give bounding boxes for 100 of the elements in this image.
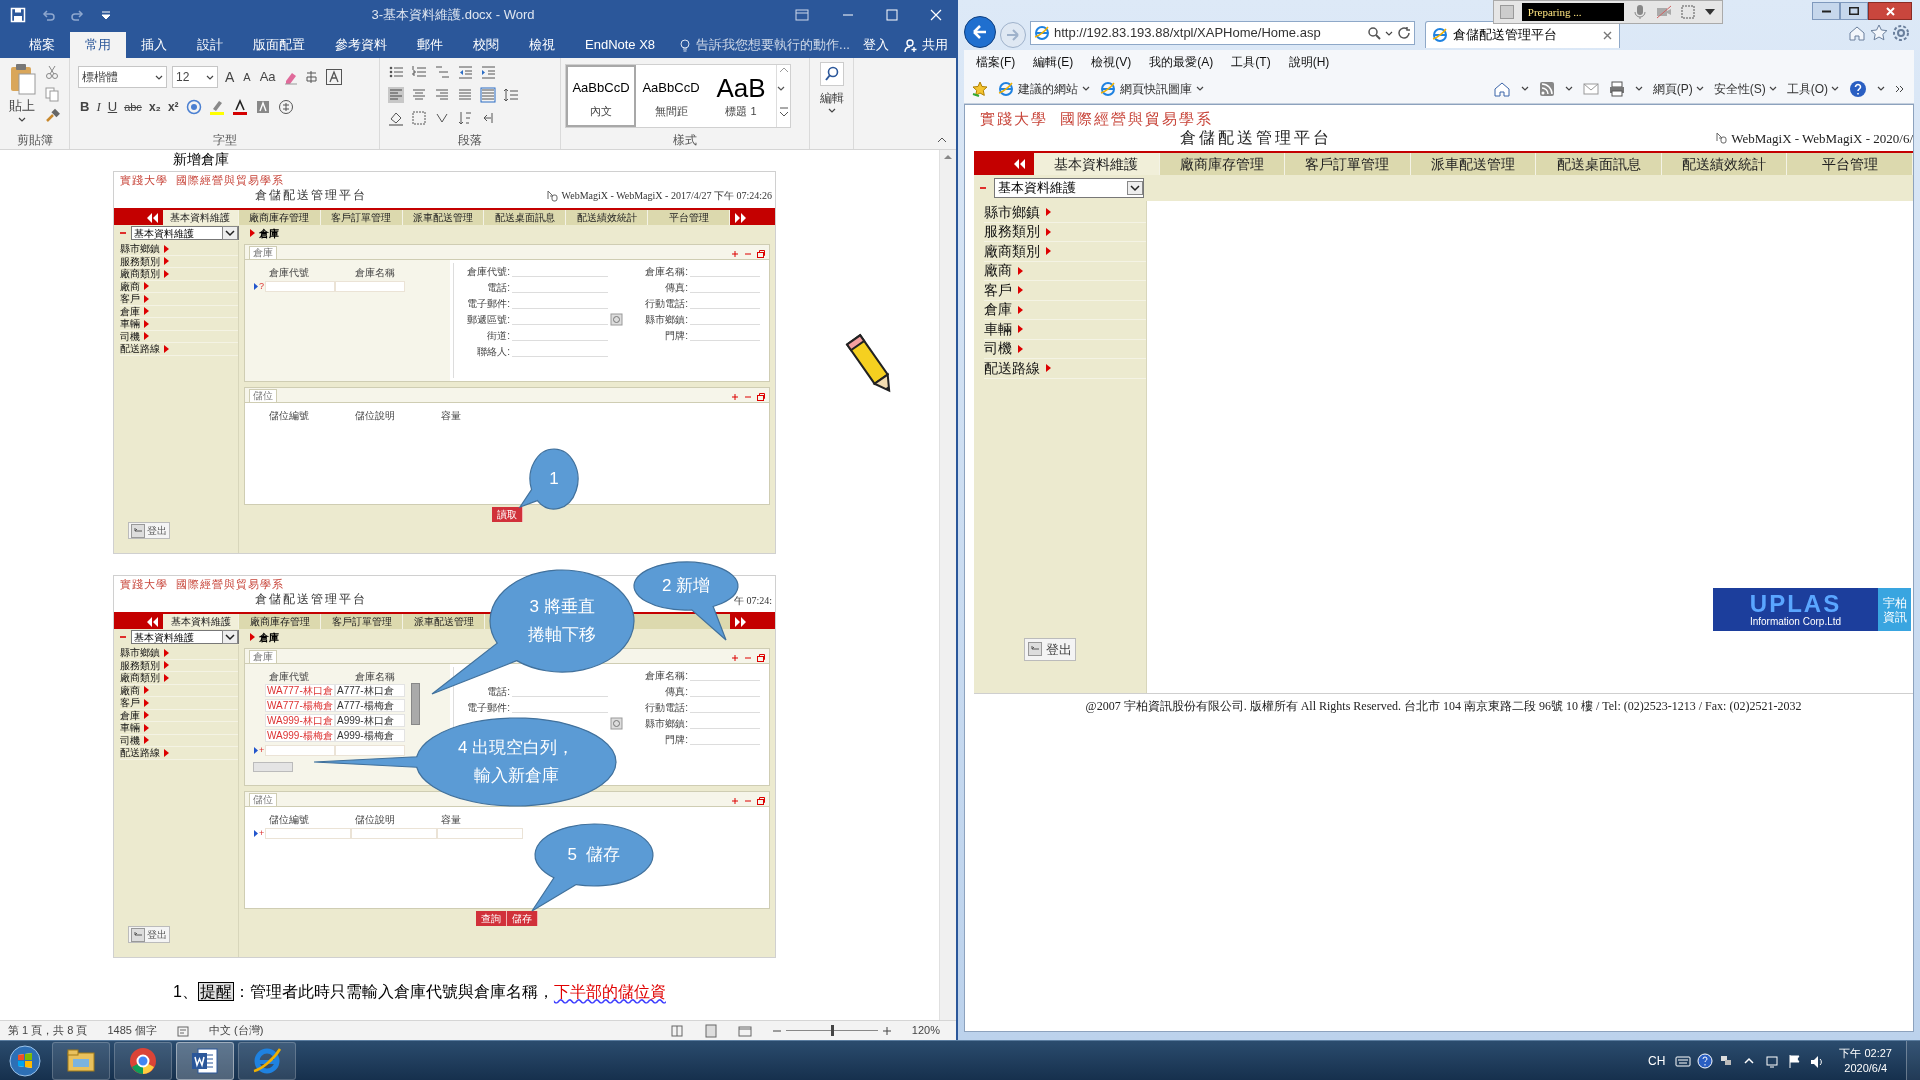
sidebar-item[interactable]: 縣市鄉鎮: [120, 243, 238, 256]
justify-icon[interactable]: [457, 87, 473, 103]
input-language[interactable]: CH: [1648, 1051, 1666, 1070]
proofing-icon[interactable]: [177, 1024, 189, 1037]
menu-bar-item[interactable]: 我的最愛(A): [1149, 53, 1214, 71]
font-button[interactable]: A: [241, 68, 253, 86]
ribbon-tab[interactable]: 參考資料: [320, 32, 402, 58]
ime-icon[interactable]: [1719, 1053, 1734, 1068]
taskbar-button[interactable]: [52, 1041, 110, 1080]
action-center-flag-icon[interactable]: [1787, 1053, 1802, 1068]
print-icon[interactable]: [1608, 80, 1625, 97]
scrollbar-thumb[interactable]: [411, 683, 420, 725]
input-field[interactable]: [265, 745, 335, 756]
slider-thumb[interactable]: [830, 1025, 834, 1036]
caret-icon[interactable]: [1634, 85, 1643, 92]
module-select[interactable]: 基本資料維護: [994, 178, 1144, 198]
sidebar-item[interactable]: 倉庫: [984, 300, 1146, 320]
ribbon-tab[interactable]: 檢視: [514, 32, 570, 58]
restore-icon[interactable]: [756, 653, 766, 663]
numbering-icon[interactable]: [411, 64, 427, 80]
web-layout-icon[interactable]: [737, 1023, 752, 1038]
menu-tab[interactable]: 基本資料維護: [162, 210, 239, 225]
menu-bar-item[interactable]: 檔案(F): [976, 53, 1016, 71]
back-button[interactable]: [964, 16, 996, 48]
increase-indent-icon[interactable]: [480, 64, 496, 80]
restore-icon[interactable]: [756, 796, 766, 806]
sidebar-item[interactable]: 縣市鄉鎮: [984, 203, 1146, 223]
style-item[interactable]: AaB 標題 1: [706, 65, 776, 127]
text-effects-icon[interactable]: [185, 98, 202, 115]
sidebar-item[interactable]: 廠商類別: [984, 242, 1146, 262]
command-menu[interactable]: 工具(O): [1786, 79, 1839, 98]
input-field[interactable]: [335, 745, 405, 756]
print-layout-icon[interactable]: [703, 1023, 718, 1038]
close-tab-icon[interactable]: [1602, 29, 1613, 41]
taskbar-button[interactable]: [176, 1041, 234, 1080]
sort-icon[interactable]: [457, 110, 473, 126]
add-icon[interactable]: [730, 796, 740, 806]
customize-caret-icon[interactable]: [100, 9, 112, 21]
settings-icon[interactable]: [1892, 24, 1910, 42]
tell-me-search[interactable]: 告訴我您想要執行的動作...: [678, 32, 850, 58]
sidebar-item[interactable]: 縣市鄉鎮: [120, 647, 238, 660]
add-icon[interactable]: [730, 249, 740, 259]
maximize-icon[interactable]: [884, 7, 900, 23]
menu-bar-item[interactable]: 說明(H): [1288, 53, 1330, 71]
redo-icon[interactable]: [70, 7, 86, 23]
favorites-icon[interactable]: [972, 80, 988, 97]
format-button[interactable]: x²: [167, 97, 179, 116]
sidebar-item[interactable]: 司機: [120, 734, 238, 747]
sidebar-item[interactable]: 客戶: [120, 293, 238, 306]
input-field[interactable]: [437, 828, 523, 839]
paste-button[interactable]: 貼上: [4, 62, 40, 131]
save-icon[interactable]: [10, 7, 26, 23]
horizontal-scrollbar[interactable]: [253, 762, 293, 772]
zoom-in-icon[interactable]: [881, 1025, 892, 1036]
align-right-icon[interactable]: [434, 87, 450, 103]
sidebar-item[interactable]: 廠商: [120, 280, 238, 293]
show-desktop-button[interactable]: [1906, 1040, 1920, 1080]
read-mode-icon[interactable]: [669, 1023, 684, 1038]
ribbon-tab[interactable]: 插入: [126, 32, 182, 58]
scissors-icon[interactable]: [44, 64, 60, 80]
line-spacing-icon[interactable]: [503, 87, 519, 103]
input-field[interactable]: [351, 828, 437, 839]
restore-icon[interactable]: [756, 392, 766, 402]
caret-icon[interactable]: [1877, 85, 1885, 92]
menu-bar-item[interactable]: 檢視(V): [1091, 53, 1132, 71]
more-chevron-icon[interactable]: [1895, 84, 1904, 93]
menu-tab[interactable]: 基本資料維護: [163, 614, 239, 629]
distributed-icon[interactable]: [480, 87, 496, 103]
format-button[interactable]: x₂: [148, 97, 161, 116]
mail-icon[interactable]: [1582, 80, 1599, 97]
ribbon-tab[interactable]: 設計: [182, 32, 238, 58]
input-field[interactable]: [265, 828, 351, 839]
decrease-indent-icon[interactable]: [457, 64, 473, 80]
lookup-icon[interactable]: [610, 312, 623, 326]
menu-tab[interactable]: 基本資料維護: [1034, 153, 1160, 175]
shading-icon[interactable]: [388, 110, 404, 126]
sidebar-item[interactable]: 服務類別: [120, 659, 238, 672]
character-border-icon[interactable]: [324, 68, 343, 86]
collapse-ribbon-icon[interactable]: [936, 135, 948, 145]
add-icon[interactable]: [730, 653, 740, 663]
menu-bar-item[interactable]: 編輯(E): [1033, 53, 1074, 71]
clock-date[interactable]: 2020/6/4: [1844, 1060, 1888, 1076]
sidebar-item[interactable]: 服務類別: [984, 222, 1146, 242]
ribbon-tab[interactable]: 檔案: [14, 32, 70, 58]
region-icon[interactable]: [1680, 4, 1696, 20]
copy-icon[interactable]: [44, 86, 60, 102]
address-bar[interactable]: http://192.83.193.88/xtpl/XAPHome/Home.asp: [1030, 21, 1415, 45]
align-left-icon[interactable]: [388, 87, 404, 103]
ribbon-tab[interactable]: 校閱: [458, 32, 514, 58]
input-field[interactable]: [335, 281, 405, 292]
format-button[interactable]: B: [80, 97, 90, 117]
forward-button[interactable]: [1000, 22, 1026, 48]
sidebar-item[interactable]: 廠商類別: [120, 268, 238, 281]
add-icon[interactable]: [730, 392, 740, 402]
phonetic-guide-icon[interactable]: [303, 69, 320, 85]
format-button[interactable]: U: [107, 97, 118, 117]
sidebar-item[interactable]: 客戶: [120, 697, 238, 710]
multilevel-list-icon[interactable]: [434, 64, 450, 80]
ribbon-tab[interactable]: EndNote X8: [570, 32, 671, 58]
sidebar-item[interactable]: 配送路線: [120, 747, 238, 760]
